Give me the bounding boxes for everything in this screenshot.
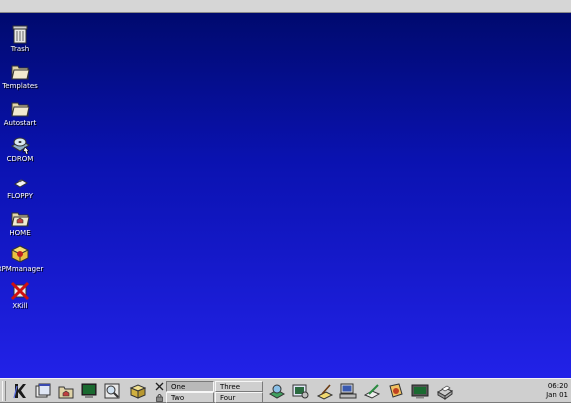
desktop-icon-autostart[interactable]: Autostart [0,97,40,131]
printer-icon [436,385,454,400]
panel-app-button-5[interactable] [361,381,383,401]
bottom-panel: One Two Three Four 06:20 Jan 01 [0,378,571,403]
desktop-icon-label: HOME [9,229,31,237]
desktop-icon-label: XKill [12,302,28,310]
desktop-icon-floppy[interactable]: FLOPPY [0,170,40,204]
desktop-icon-rpmmanager[interactable]: RPMmanager [0,243,43,277]
terminal-icon [81,383,97,398]
panel-app-button-1[interactable] [266,381,288,401]
panel-app-button-8[interactable] [434,381,456,401]
panel-app-button-4[interactable] [337,381,359,401]
desktop-icon-templates[interactable]: Templates [0,60,40,94]
desktop-background[interactable]: Trash Templates Autostart CDROM FLOPPY H… [0,13,571,378]
panel-app-button-2[interactable] [289,381,311,401]
virtual-desktop-one[interactable]: One [166,381,214,392]
panel-app-button-3[interactable] [314,381,336,401]
find-files-button[interactable] [101,381,123,401]
home-directory-button[interactable] [55,381,77,401]
virtual-desktop-four[interactable]: Four [215,392,263,403]
virtual-desktop-two[interactable]: Two [166,392,214,403]
trash-icon [12,25,28,44]
folder-icon [11,102,30,117]
help-book-icon [129,384,147,399]
virtual-desktop-three[interactable]: Three [215,381,263,392]
panel-clock[interactable]: 06:20 Jan 01 [538,382,568,400]
magnifier-icon [104,383,120,399]
control-center-icon [292,384,309,399]
desktop-icon-label: RPMmanager [0,265,44,273]
cdrom-icon [11,137,30,155]
floppy-icon [14,179,28,188]
clock-time: 06:20 [547,382,568,390]
xkill-icon [10,281,30,301]
k-menu-button[interactable] [9,381,31,401]
desktop-icon-label: CDROM [6,155,34,163]
text-editor-icon [363,384,381,399]
desktop-icon-label: Autostart [3,119,37,127]
window-list-button[interactable] [32,381,54,401]
panel-app-button-7[interactable] [409,381,431,401]
panel-app-button-6[interactable] [385,381,407,401]
package-icon [10,245,30,263]
help-button[interactable] [127,381,149,401]
folder-icon [11,65,30,80]
computer-icon [339,383,357,399]
desktop-icon-label: Trash [10,45,30,53]
clock-date: Jan 01 [546,391,568,399]
logout-button[interactable] [154,381,165,391]
desktop-icon-label: Templates [2,82,38,90]
logout-icon [155,382,164,390]
k-menu-icon [13,384,26,399]
desktop-icon-trash[interactable]: Trash [0,23,40,57]
terminal-button[interactable] [78,381,100,401]
paint-brush-icon [316,384,334,400]
home-folder-icon [11,212,30,227]
desktop-icon-xkill[interactable]: XKill [0,280,40,314]
home-folder-icon [58,386,74,399]
monitor-icon [411,384,429,399]
window-list-icon [35,383,51,398]
lock-icon [156,393,163,402]
desktop-icon-cdrom[interactable]: CDROM [0,133,40,167]
lock-screen-button[interactable] [154,392,165,402]
browser-icon [389,383,403,398]
panel-handle[interactable] [2,381,6,401]
top-title-bar [0,0,571,13]
package-tool-icon [268,384,286,399]
desktop-icon-label: FLOPPY [7,192,33,200]
desktop-icon-home[interactable]: HOME [0,207,40,241]
